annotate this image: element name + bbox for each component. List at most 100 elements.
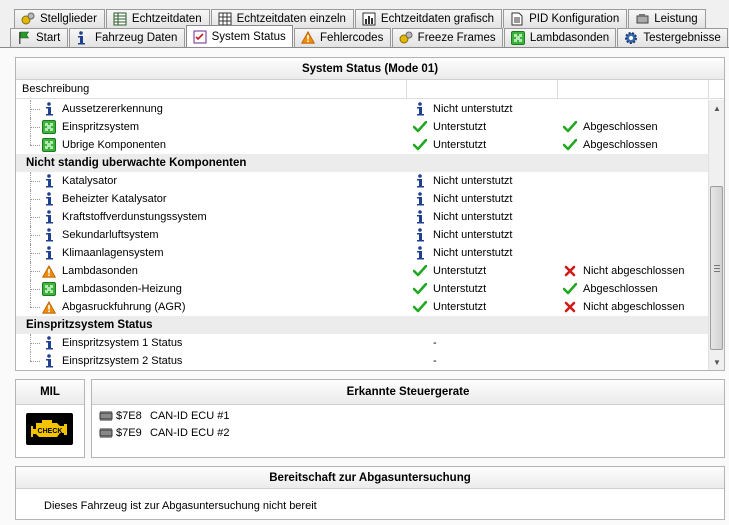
group-label: Nicht standig uberwachte Komponenten — [26, 157, 247, 169]
chip-icon — [98, 410, 114, 422]
group-row[interactable]: Einspritzsystem Status — [16, 316, 709, 334]
tab-label: Start — [36, 32, 61, 44]
check-icon — [413, 300, 427, 314]
completion-cell: Nicht abgeschlossen — [563, 300, 685, 314]
tab-label: System Status — [211, 30, 286, 43]
check-icon — [563, 120, 577, 134]
ecu-item[interactable]: $7E8 CAN-ID ECU #1 — [98, 407, 229, 424]
status-row[interactable]: Einspritzsystem 2 Status - — [16, 352, 709, 370]
component-name: Lambdasonden — [62, 265, 138, 277]
scroll-down-button[interactable]: ▼ — [709, 354, 725, 370]
tree-line — [30, 334, 42, 352]
column-separator[interactable] — [406, 80, 407, 98]
status-row[interactable]: Aussetzererkennung Nicht unterstutzt — [16, 100, 709, 118]
tree-line — [30, 208, 42, 226]
readiness-text: Dieses Fahrzeug ist zur Abgasuntersuchun… — [44, 500, 317, 512]
component-name: Beheizter Katalysator — [62, 193, 167, 205]
tab-label: Echtzeitdaten grafisch — [380, 13, 495, 25]
component-cell: Lambdasonden-Heizung — [42, 282, 182, 296]
status-row[interactable]: Katalysator Nicht unterstutzt — [16, 172, 709, 190]
support-cell: Nicht unterstutzt — [413, 246, 512, 260]
completion-status: Abgeschlossen — [583, 283, 658, 295]
system-status-panel: System Status (Mode 01) Beschreibung Aus… — [15, 57, 725, 371]
support-cell: Unterstutzt — [413, 282, 486, 296]
tab-label: Fahrzeug Daten — [94, 32, 178, 44]
tab-pid-konfiguration[interactable]: PID Konfiguration — [503, 9, 628, 28]
status-row[interactable]: Einspritzsystem Unterstutzt Abgeschlossen — [16, 118, 709, 136]
column-header[interactable]: Beschreibung — [16, 80, 724, 99]
mil-panel: MIL CHECK — [15, 379, 85, 458]
tree-line — [30, 100, 42, 118]
tab-freeze-frames[interactable]: Freeze Frames — [391, 28, 503, 47]
support-cell: Nicht unterstutzt — [413, 192, 512, 206]
tab-lambdasonden[interactable]: Lambdasonden — [503, 28, 617, 47]
component-name: Ubrige Komponenten — [62, 139, 166, 151]
tab-label: Testergebnisse — [643, 32, 721, 44]
info-icon — [42, 192, 56, 206]
component-name: Klimaanlagensystem — [62, 247, 164, 259]
puzzle-icon — [42, 282, 56, 296]
support-status: Nicht unterstutzt — [433, 193, 513, 205]
scroll-thumb[interactable] — [710, 186, 723, 350]
empty-icon-slot — [413, 336, 427, 350]
status-row[interactable]: Einspritzsystem 1 Status - — [16, 334, 709, 352]
tab-row-top: Stellglieder Echtzeitdaten Echtzeitdaten e… — [0, 9, 729, 28]
support-status: Nicht unterstutzt — [433, 211, 513, 223]
status-row[interactable]: Ubrige Komponenten Unterstutzt Abgeschloss… — [16, 136, 709, 154]
completion-status: Abgeschlossen — [583, 139, 658, 151]
component-cell: Einspritzsystem — [42, 120, 139, 134]
column-separator[interactable] — [557, 80, 558, 98]
column-separator[interactable] — [708, 80, 709, 98]
empty-icon-slot — [413, 354, 427, 368]
status-row[interactable]: Abgasruckfuhrung (AGR) Unterstutzt Nicht a… — [16, 298, 709, 316]
info-icon — [413, 192, 427, 206]
component-name: Aussetzererkennung — [62, 103, 163, 115]
tree-line — [30, 190, 42, 208]
tab-system-status[interactable]: System Status — [185, 25, 294, 47]
component-cell: Klimaanlagensystem — [42, 246, 164, 260]
ecu-title: Erkannte Steuergerate — [92, 380, 724, 405]
tab-leistung[interactable]: Leistung — [628, 9, 706, 28]
tab-label: Lambdasonden — [529, 32, 610, 44]
component-name: Einspritzsystem — [62, 121, 140, 133]
completion-cell: Abgeschlossen — [563, 282, 658, 296]
tab-label: Leistung — [654, 13, 698, 25]
status-row[interactable]: Beheizter Katalysator Nicht unterstutzt — [16, 190, 709, 208]
info-icon — [413, 228, 427, 242]
support-status: Unterstutzt — [433, 301, 487, 313]
status-row[interactable]: Klimaanlagensystem Nicht unterstutzt — [16, 244, 709, 262]
support-status: - — [433, 355, 437, 367]
info-icon — [42, 174, 56, 188]
tab-label: PID Konfiguration — [529, 13, 620, 25]
engine-icon — [635, 12, 649, 26]
tree-line — [30, 118, 42, 136]
info-icon — [413, 102, 427, 116]
group-label: Einspritzsystem Status — [26, 319, 153, 331]
ecu-item[interactable]: $7E9 CAN-ID ECU #2 — [98, 424, 229, 441]
tab-fahrzeug-daten[interactable]: Fahrzeug Daten — [68, 28, 185, 47]
support-status: Unterstutzt — [433, 283, 487, 295]
support-status: Nicht unterstutzt — [433, 103, 513, 115]
status-row[interactable]: Lambdasonden Unterstutzt Nicht abgeschloss… — [16, 262, 709, 280]
tab-start[interactable]: Start — [10, 28, 68, 47]
tab-echtzeitdaten-grafisch[interactable]: Echtzeitdaten grafisch — [354, 9, 503, 28]
group-row[interactable]: Nicht standig uberwachte Komponenten — [16, 154, 709, 172]
status-row[interactable]: Kraftstoffverdunstungssystem Nicht unters… — [16, 208, 709, 226]
readiness-panel: Bereitschaft zur Abgasuntersuchung Diese… — [15, 466, 725, 520]
status-row[interactable]: Lambdasonden-Heizung Unterstutzt Abgeschlo… — [16, 280, 709, 298]
tab-stellglieder[interactable]: Stellglieder — [14, 9, 105, 28]
ecu-panel: Erkannte Steuergerate $7E8 CAN-ID ECU #1 $… — [91, 379, 725, 458]
vertical-scrollbar[interactable]: ▲ ▼ — [708, 100, 724, 370]
info-icon — [42, 336, 56, 350]
info-icon — [42, 102, 56, 116]
info-icon — [42, 354, 56, 368]
tab-fehlercodes[interactable]: Fehlercodes — [294, 28, 391, 47]
ecu-address: $7E9 — [116, 426, 142, 439]
scroll-up-button[interactable]: ▲ — [709, 100, 725, 116]
component-name: Kraftstoffverdunstungssystem — [62, 211, 207, 223]
status-row[interactable]: Sekundarluftsystem Nicht unterstutzt — [16, 226, 709, 244]
tab-testergebnisse[interactable]: Testergebnisse — [617, 28, 728, 47]
table-grid-icon — [218, 12, 232, 26]
support-cell: Unterstutzt — [413, 120, 486, 134]
check-icon — [413, 282, 427, 296]
